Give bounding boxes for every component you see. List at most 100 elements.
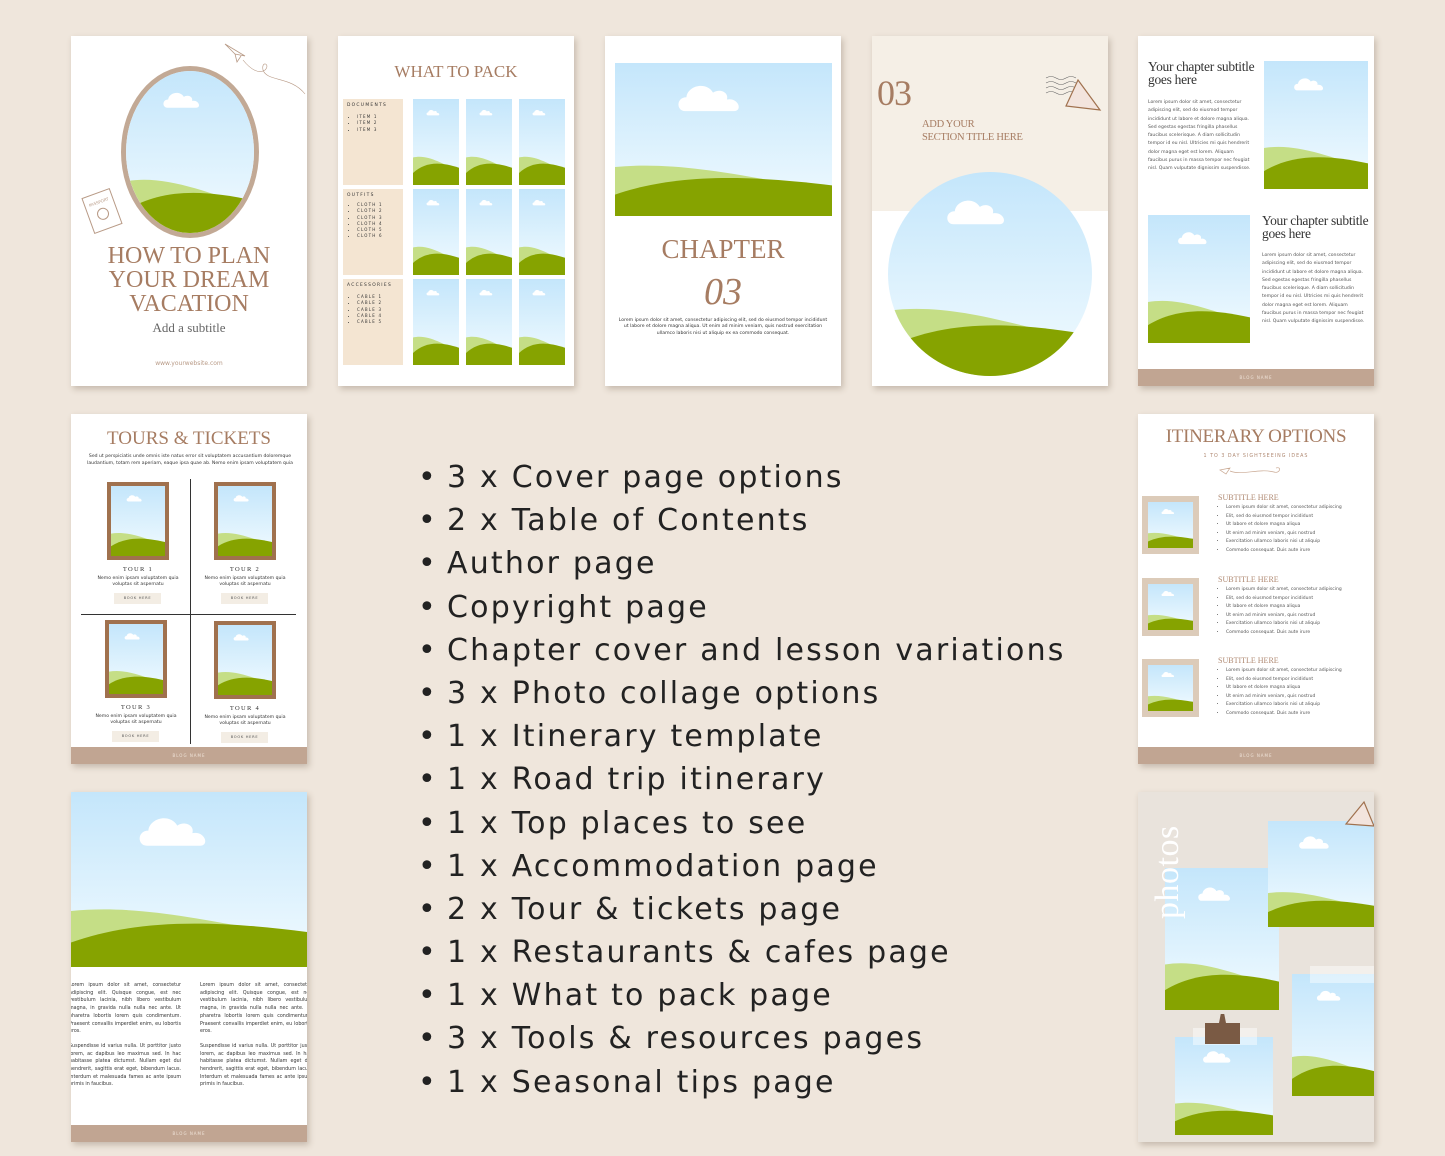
- text-column-left: Lorem ipsum dolor sit amet, consectetur …: [71, 982, 181, 1089]
- cloud-icon: [1203, 1050, 1231, 1063]
- landscape-image: [1148, 665, 1193, 711]
- pack-item: CABLE 5: [357, 319, 399, 325]
- landscape-image: [218, 625, 272, 695]
- landscape-image: [1264, 61, 1368, 189]
- tour-image-frame: [214, 621, 276, 699]
- book-here-button[interactable]: BOOK HERE: [112, 731, 159, 742]
- building-sticker-icon: [1205, 1014, 1240, 1044]
- postage-stamp-icon: [1045, 76, 1102, 111]
- cloud-icon: [126, 495, 142, 502]
- cover-website: www.yourwebsite.com: [155, 360, 223, 367]
- text-page-preview: Lorem ipsum dolor sit amet, consectetur …: [71, 792, 307, 1142]
- itinerary-item: Elit, sed do eiusmod tempor incididunt: [1226, 513, 1368, 522]
- tour-name: TOUR 2: [229, 566, 261, 573]
- cloud-icon: [1161, 590, 1174, 596]
- cloud-icon: [532, 110, 546, 116]
- footer-band: BLOG NAME: [1138, 369, 1374, 386]
- itinerary-item: Lorem ipsum dolor sit amet, consectetur …: [1226, 667, 1368, 676]
- itinerary-item: Ut enim ad minim veniam, quis nostrud: [1226, 693, 1368, 702]
- tour-image-frame: [214, 482, 276, 560]
- book-here-button[interactable]: BOOK HERE: [221, 732, 268, 743]
- itinerary-block: SUBTITLE HERE Lorem ipsum dolor sit amet,…: [1218, 656, 1368, 718]
- itinerary-item: Ut labore et dolore magna aliqua: [1226, 603, 1368, 612]
- collage-photo: [1175, 1037, 1273, 1135]
- cloud-icon: [1161, 671, 1174, 677]
- tour-name: TOUR 3: [120, 704, 152, 711]
- circle-image: [888, 172, 1092, 376]
- cloud-icon: [479, 290, 493, 296]
- postage-stamp-icon: [1344, 800, 1374, 827]
- subtitle-body: Lorem ipsum dolor sit amet, consectetur …: [1262, 253, 1365, 325]
- section-title-line: SECTION TITLE HERE: [922, 131, 1023, 143]
- section-title: ADD YOUR SECTION TITLE HERE: [922, 119, 1023, 144]
- landscape-image: [1148, 502, 1193, 548]
- cover-title-line: HOW TO PLAN: [107, 243, 271, 269]
- cloud-icon: [426, 200, 440, 206]
- subtitle-heading: Your chapter subtitle goes here: [1148, 59, 1255, 87]
- feature-item: 1 x Restaurants & cafes page: [418, 931, 1066, 974]
- cloud-icon: [532, 200, 546, 206]
- feature-item: 2 x Tour & tickets page: [418, 888, 1066, 931]
- itinerary-item: Ut labore et dolore magna aliqua: [1226, 521, 1368, 530]
- cloud-icon: [139, 818, 206, 846]
- feature-item: 3 x Cover page options: [418, 456, 1066, 499]
- landscape-image: [71, 792, 307, 967]
- book-here-button[interactable]: BOOK HERE: [221, 593, 268, 604]
- itinerary-item: Commodo consequat. Duis aute irure: [1226, 629, 1368, 638]
- landscape-image: [111, 486, 165, 556]
- passport-icon: PASSPORT: [81, 188, 123, 234]
- cloud-icon: [426, 290, 440, 296]
- itinerary-block: SUBTITLE HERE Lorem ipsum dolor sit amet,…: [1218, 575, 1368, 637]
- pack-image: [466, 189, 512, 275]
- pack-section-accessories: ACCESSORIES CABLE 1CABLE 2CABLE 3CABLE 4…: [343, 279, 403, 365]
- pack-item: CLOTH 6: [357, 233, 399, 239]
- landscape-image: [109, 624, 163, 694]
- footer-band: BLOG NAME: [1138, 747, 1374, 764]
- tour-name: TOUR 4: [229, 705, 261, 712]
- collage-photo: [1268, 821, 1374, 927]
- itinerary-item: Exercitation ullamco laboris nisi ut ali…: [1226, 701, 1368, 710]
- cloud-icon: [1298, 836, 1329, 849]
- cloud-icon: [947, 201, 1005, 225]
- pack-image: [519, 279, 565, 365]
- subtitle-body: Lorem ipsum dolor sit amet, consectetur …: [1148, 100, 1251, 172]
- chapter-body: Lorem ipsum dolor sit amet, consectetur …: [618, 318, 828, 336]
- landscape-image: [615, 63, 832, 216]
- landscape-image: [218, 486, 272, 556]
- itinerary-item: Commodo consequat. Duis aute irure: [1226, 710, 1368, 719]
- pack-section-heading: DOCUMENTS: [347, 103, 388, 108]
- pack-section-heading: OUTFITS: [347, 193, 375, 198]
- feature-item: Copyright page: [418, 586, 1066, 629]
- feature-item: Author page: [418, 542, 1066, 585]
- feature-item: 1 x Top places to see: [418, 802, 1066, 845]
- passport-label: PASSPORT: [88, 196, 110, 208]
- itinerary-item: Lorem ipsum dolor sit amet, consectetur …: [1226, 504, 1368, 513]
- cloud-icon: [1294, 78, 1324, 91]
- cloud-icon: [1161, 508, 1174, 514]
- landscape-image: [126, 71, 254, 233]
- pack-image: [413, 99, 459, 185]
- pack-section-heading: ACCESSORIES: [347, 283, 393, 288]
- landscape-image: [1148, 215, 1250, 343]
- itinerary-title: ITINERARY OPTIONS: [1165, 426, 1347, 447]
- paragraph: Lorem ipsum dolor sit amet, consectetur …: [71, 983, 181, 1035]
- feature-item: 3 x Photo collage options: [418, 672, 1066, 715]
- cover-subtitle: Add a subtitle: [152, 320, 226, 335]
- cloud-icon: [479, 110, 493, 116]
- itinerary-item: Commodo consequat. Duis aute irure: [1226, 547, 1368, 556]
- itinerary-block-heading: SUBTITLE HERE: [1218, 493, 1279, 502]
- tour-image-frame: [105, 620, 167, 698]
- pack-image: [519, 99, 565, 185]
- cover-page-preview: PASSPORT HOW TO PLAN YOUR DREAM VACATION…: [71, 36, 307, 386]
- itinerary-block-heading: SUBTITLE HERE: [1218, 656, 1279, 665]
- cloud-icon: [233, 495, 249, 502]
- book-here-button[interactable]: BOOK HERE: [114, 593, 161, 604]
- feature-item: 3 x Tools & resources pages: [418, 1017, 1066, 1060]
- chapter-subtitle-preview: Your chapter subtitle goes here Lorem ip…: [1138, 36, 1374, 386]
- paragraph: Lorem ipsum dolor sit amet, consectetur …: [200, 983, 307, 1035]
- cover-title-line: VACATION: [129, 291, 249, 317]
- itinerary-item: Elit, sed do eiusmod tempor incididunt: [1226, 595, 1368, 604]
- grid-divider-horizontal: [81, 614, 296, 615]
- pack-section-documents: DOCUMENTS ITEM 1ITEM 2ITEM 3: [343, 99, 403, 185]
- pack-title: WHAT TO PACK: [394, 62, 518, 81]
